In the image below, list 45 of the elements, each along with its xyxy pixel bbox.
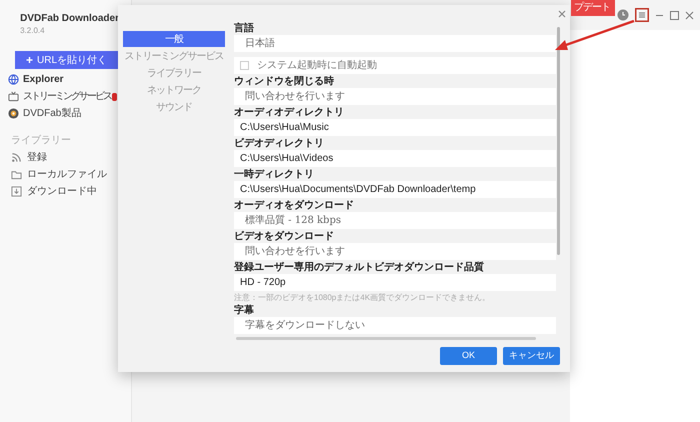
library-item[interactable]: 登録	[0, 149, 131, 166]
note-text: 注意：一部のビデオを1080pまたは4K画質でダウンロードできません。	[234, 292, 492, 304]
checkbox[interactable]	[240, 61, 249, 70]
cancel-button[interactable]: キャンセル	[503, 347, 560, 365]
checkbox-field[interactable]: システム起動時に自動起動	[234, 57, 556, 74]
dropdown-field[interactable]: 字幕をダウンロードしない	[234, 317, 556, 334]
settings-tab[interactable]: 一般	[123, 31, 225, 47]
field-label: 言語	[234, 22, 255, 35]
dropdown-field[interactable]: 日本語	[234, 35, 556, 52]
dropdown-field[interactable]: 標準品質 - 128 kbps	[234, 212, 556, 229]
field-label: 登録ユーザー専用のデフォルトビデオダウンロード品質	[234, 261, 485, 274]
section-heading: ライブラリー	[10, 134, 72, 148]
paste-url-button[interactable]: + URLを貼り付く	[15, 51, 118, 69]
input-field[interactable]: C:\Users\Hua\Videos	[234, 150, 556, 167]
input-field[interactable]: HD - 720p	[234, 274, 556, 291]
input-field[interactable]: C:\Users\Hua\Documents\DVDFab Downloader\temp	[234, 181, 556, 198]
update-button[interactable]: プデート	[571, 0, 615, 16]
library-item[interactable]: ダウンロード中	[0, 183, 131, 200]
menu-icon[interactable]	[635, 8, 649, 22]
field-label: ビデオディレクトリ	[234, 137, 325, 150]
field-label: オーディオをダウンロード	[234, 199, 355, 212]
ok-button[interactable]: OK	[440, 347, 497, 365]
maximize-icon[interactable]	[670, 10, 679, 20]
rss-icon	[11, 152, 22, 163]
field-label: オーディオディレクトリ	[234, 106, 345, 119]
dropdown-field[interactable]: 問い合わせを行います	[234, 243, 556, 260]
scrollbar[interactable]	[557, 27, 560, 255]
app-version: 3.2.0.4	[20, 25, 46, 36]
field-label: ビデオをダウンロード	[234, 230, 335, 243]
close-icon[interactable]	[558, 10, 566, 18]
input-field[interactable]: C:\Users\Hua\Music	[234, 119, 556, 136]
library-item[interactable]: ローカルファイル	[0, 166, 131, 183]
close-icon[interactable]	[685, 10, 694, 20]
app-title: DVDFab Downloader	[20, 12, 119, 25]
field-label: 字幕	[234, 304, 255, 317]
dropdown-field[interactable]: 問い合わせを行います	[234, 88, 556, 105]
folder-icon	[11, 169, 22, 180]
horizontal-scrollbar[interactable]	[236, 337, 536, 340]
disc-logo-icon	[8, 108, 19, 119]
download-icon	[11, 186, 22, 197]
tv-icon	[8, 91, 19, 102]
clock-icon[interactable]	[617, 9, 629, 21]
globe-icon	[8, 74, 19, 85]
field-label: ウィンドウを閉じる時	[234, 75, 335, 88]
field-label: 一時ディレクトリ	[234, 168, 315, 181]
